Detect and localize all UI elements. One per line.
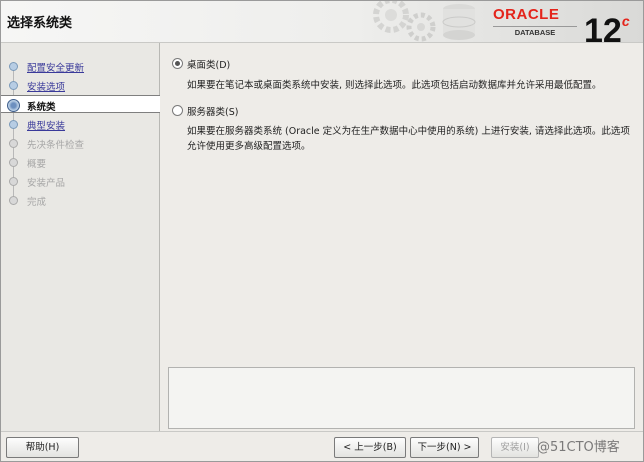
step-pending-icon bbox=[9, 158, 18, 167]
sidebar-step-system-class[interactable]: 系统类 bbox=[1, 95, 160, 113]
header-banner: 选择系统类 ORACLE DATABASE 12c bbox=[1, 1, 643, 43]
step-pending-icon bbox=[9, 177, 18, 186]
step-done-icon bbox=[9, 120, 18, 129]
step-pending-icon bbox=[9, 139, 18, 148]
desktop-class-label[interactable]: 桌面类(D) bbox=[187, 57, 230, 71]
installer-window: 选择系统类 ORACLE DATABASE 12c 配置安全更新 安装选项 系统… bbox=[0, 0, 644, 462]
version-badge: 12c bbox=[584, 12, 630, 43]
sidebar-step-prereq-checks: 先决条件检查 bbox=[1, 134, 160, 152]
server-class-description: 如果要在服务器类系统 (Oracle 定义为在生产数据中心中使用的系统) 上进行… bbox=[187, 126, 630, 152]
step-current-icon bbox=[7, 99, 20, 112]
step-done-icon bbox=[9, 62, 18, 71]
oracle-logo: ORACLE DATABASE bbox=[493, 7, 577, 39]
desktop-class-description: 如果要在笔记本或桌面类系统中安装, 则选择此选项。此选项包括启动数据库并允许采用… bbox=[187, 80, 602, 91]
message-panel bbox=[168, 367, 635, 429]
sidebar-step-finish: 完成 bbox=[1, 191, 160, 209]
watermark: @51CTO博客 bbox=[537, 440, 620, 455]
desktop-class-radio[interactable] bbox=[172, 58, 183, 69]
server-class-label[interactable]: 服务器类(S) bbox=[187, 104, 238, 118]
page-title: 选择系统类 bbox=[7, 16, 73, 31]
sidebar-step-summary: 概要 bbox=[1, 153, 160, 171]
sidebar-step-security-updates[interactable]: 配置安全更新 bbox=[1, 57, 160, 75]
server-class-radio[interactable] bbox=[172, 105, 183, 116]
step-pending-icon bbox=[9, 196, 18, 205]
steps-sidebar: 配置安全更新 安装选项 系统类 典型安装 先决条件检查 概要 安装产品 完成 bbox=[1, 43, 160, 431]
sidebar-step-typical-install[interactable]: 典型安装 bbox=[1, 115, 160, 133]
sidebar-step-install-options[interactable]: 安装选项 bbox=[1, 76, 160, 94]
sidebar-step-install-product: 安装产品 bbox=[1, 172, 160, 190]
gears-decoration-icon bbox=[373, 1, 476, 42]
step-done-icon bbox=[9, 81, 18, 90]
main-panel: 桌面类(D) 如果要在笔记本或桌面类系统中安装, 则选择此选项。此选项包括启动数… bbox=[161, 43, 643, 431]
back-button[interactable]: < 上一步(B) bbox=[334, 437, 406, 458]
install-button: 安装(I) bbox=[491, 437, 539, 458]
help-button[interactable]: 帮助(H) bbox=[6, 437, 79, 458]
next-button[interactable]: 下一步(N) > bbox=[410, 437, 479, 458]
